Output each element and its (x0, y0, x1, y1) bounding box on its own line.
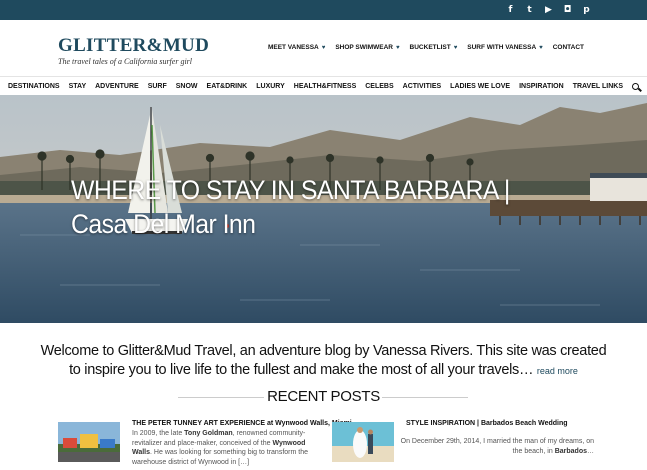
pinterest-icon[interactable]: p (582, 4, 591, 16)
topnav-label: BUCKETLIST (409, 44, 451, 51)
nav-inspiration[interactable]: INSPIRATION (519, 83, 564, 90)
nav-stay[interactable]: STAY (69, 83, 87, 90)
search-icon[interactable] (632, 82, 639, 90)
excerpt-text: In 2009, the late (132, 430, 185, 437)
twitter-icon[interactable]: t (525, 4, 534, 16)
excerpt-link[interactable]: Tony Goldman (184, 430, 232, 437)
nav-surf[interactable]: SURF (148, 83, 167, 90)
topnav-label: SURF WITH VANESSA (467, 44, 537, 51)
heart-icon: ♥ (395, 44, 400, 51)
post-thumbnail-image (332, 422, 394, 462)
topnav-label: CONTACT (552, 44, 584, 51)
topnav-shop-swimwear[interactable]: SHOP SWIMWEAR ♥ (335, 44, 399, 51)
post-title[interactable]: THE PETER TUNNEY ART EXPERIENCE at Wynwo… (132, 420, 352, 427)
topnav-contact[interactable]: CONTACT (553, 44, 584, 51)
nav-luxury[interactable]: LUXURY (256, 83, 285, 90)
post-thumbnail[interactable] (58, 422, 120, 462)
post-card[interactable]: STYLE INSPIRATION | Barbados Beach Weddi… (332, 420, 594, 470)
post-title[interactable]: STYLE INSPIRATION | Barbados Beach Weddi… (406, 420, 568, 427)
nav-celebs[interactable]: CELEBS (365, 83, 393, 90)
excerpt-text: … (587, 447, 594, 455)
logo-name: GLITTER&MUD (58, 35, 210, 56)
youtube-icon[interactable]: ▶ (544, 4, 553, 16)
topnav-meet-vanessa[interactable]: MEET VANESSA ♥ (268, 44, 325, 51)
post-thumbnail[interactable] (332, 422, 394, 462)
hero-banner[interactable]: WHERE TO STAY IN SANTA BARBARA | Casa De… (0, 95, 647, 323)
nav-snow[interactable]: SNOW (176, 83, 198, 90)
excerpt-link[interactable]: Barbados (555, 448, 587, 455)
topnav-surf-with-vanessa[interactable]: SURF WITH VANESSA ♥ (467, 44, 542, 51)
heart-icon: ♥ (453, 44, 458, 51)
post-card[interactable]: THE PETER TUNNEY ART EXPERIENCE at Wynwo… (58, 420, 352, 470)
top-bar: f t ▶ ◘ p (0, 0, 647, 20)
heart-icon: ♥ (321, 44, 326, 51)
topnav-label: SHOP SWIMWEAR (335, 44, 393, 51)
excerpt-text: . He was looking for something big to tr… (132, 449, 308, 466)
welcome-intro: Welcome to Glitter&Mud Travel, an advent… (40, 342, 607, 381)
hero-title[interactable]: WHERE TO STAY IN SANTA BARBARA | Casa De… (71, 173, 549, 241)
nav-health-fitness[interactable]: HEALTH&FITNESS (294, 83, 356, 90)
social-links: f t ▶ ◘ p (506, 4, 591, 16)
recent-posts-heading: RECENT POSTS (0, 388, 647, 406)
nav-ladies-we-love[interactable]: LADIES WE LOVE (450, 83, 510, 90)
logo-tagline: The travel tales of a California surfer … (58, 57, 193, 66)
post-excerpt: On December 29th, 2014, I married the ma… (396, 437, 594, 456)
nav-adventure[interactable]: ADVENTURE (95, 83, 139, 90)
divider (382, 397, 468, 398)
instagram-icon[interactable]: ◘ (563, 4, 572, 16)
site-header: GLITTER&MUD The travel tales of a Califo… (0, 20, 647, 76)
main-navigation: DESTINATIONS STAY ADVENTURE SURF SNOW EA… (0, 76, 647, 95)
topnav-label: MEET VANESSA (267, 44, 319, 51)
read-more-link[interactable]: read more (537, 366, 578, 376)
nav-destinations[interactable]: DESTINATIONS (8, 83, 60, 90)
nav-travel-links[interactable]: TRAVEL LINKS (573, 83, 623, 90)
top-navigation: MEET VANESSA ♥ SHOP SWIMWEAR ♥ BUCKETLIST ♥… (268, 44, 584, 51)
heart-icon: ♥ (539, 44, 543, 51)
nav-eat-drink[interactable]: EAT&DRINK (207, 83, 248, 90)
nav-activities[interactable]: ACTIVITIES (403, 83, 442, 90)
site-logo[interactable]: GLITTER&MUD The travel tales of a Califo… (58, 35, 210, 67)
welcome-text: Welcome to Glitter&Mud Travel, an advent… (40, 343, 607, 378)
recent-posts-title: RECENT POSTS (267, 388, 380, 405)
post-thumbnail-image (58, 422, 120, 462)
topnav-bucketlist[interactable]: BUCKETLIST ♥ (410, 44, 458, 51)
facebook-icon[interactable]: f (506, 4, 515, 16)
post-excerpt: In 2009, the late Tony Goldman, renowned… (132, 429, 320, 467)
